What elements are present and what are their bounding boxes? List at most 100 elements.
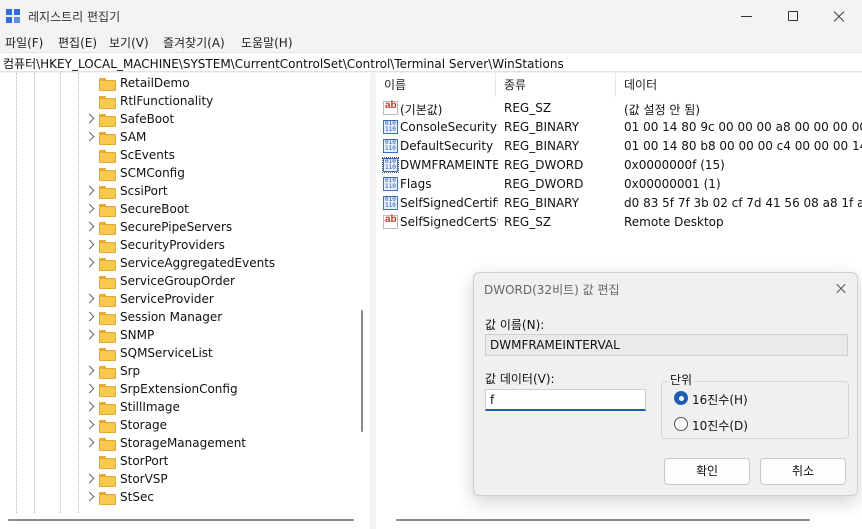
tree-item[interactable]: Session Manager (0, 309, 356, 327)
tree-item[interactable]: StorageManagement (0, 435, 356, 453)
tree-item[interactable]: SAM (0, 129, 356, 147)
chevron-right-icon[interactable] (84, 239, 95, 250)
menu-help[interactable]: 도움말(H) (241, 34, 293, 51)
value-type: REG_BINARY (504, 196, 580, 210)
value-data: 0x00000001 (1) (624, 177, 721, 191)
tree-item[interactable]: RetailDemo (0, 75, 356, 93)
tree-item[interactable]: StSec (0, 489, 356, 507)
chevron-right-icon[interactable] (84, 185, 95, 196)
radio-decimal[interactable] (674, 417, 688, 431)
tree-item[interactable]: SQMServiceList (0, 345, 356, 363)
chevron-right-icon[interactable] (84, 311, 95, 322)
close-icon[interactable] (816, 0, 862, 32)
menu-view[interactable]: 보기(V) (109, 34, 149, 51)
chevron-right-icon[interactable] (84, 365, 95, 376)
folder-icon (99, 420, 116, 433)
tree-item[interactable]: ServiceGroupOrder (0, 273, 356, 291)
menu-file[interactable]: 파일(F) (5, 34, 43, 51)
value-name: SelfSignedCertStore (400, 215, 498, 229)
dialog-close-icon[interactable] (831, 279, 851, 299)
value-data: 0x0000000f (15) (624, 158, 725, 172)
tree-item[interactable]: ServiceProvider (0, 291, 356, 309)
tree-item[interactable]: SrpExtensionConfig (0, 381, 356, 399)
column-header-type[interactable]: 종류 (496, 73, 616, 97)
value-row[interactable]: abSelfSignedCertStore REG_SZ Remote Deskto… (376, 213, 862, 232)
cancel-button[interactable]: 취소 (760, 458, 846, 485)
value-name-label: 값 이름(N): (485, 318, 545, 332)
tree-item[interactable]: StorVSP (0, 471, 356, 489)
radio-decimal-label[interactable]: 10진수(D) (692, 417, 748, 434)
minimize-icon[interactable] (724, 0, 770, 32)
dialog-title: DWORD(32비트) 값 편집 (484, 283, 620, 297)
tree-item[interactable]: ServiceAggregatedEvents (0, 255, 356, 273)
binary-value-icon: 010 110 (383, 120, 398, 134)
folder-icon (99, 150, 116, 163)
ok-button[interactable]: 확인 (664, 458, 750, 485)
tree-item[interactable]: SCMConfig (0, 165, 356, 183)
tree-item[interactable]: SecurityProviders (0, 237, 356, 255)
value-row[interactable]: 010 110 ConsoleSecurity REG_BINARY 01 00 14 … (376, 118, 862, 137)
tree-item-label: SAM (120, 130, 147, 144)
value-row[interactable]: 010110DWMFRAMEINTERVAL REG_DWORD 0x0000000… (376, 156, 862, 175)
chevron-right-icon[interactable] (84, 329, 95, 340)
tree-item[interactable]: RtlFunctionality (0, 93, 356, 111)
chevron-right-icon[interactable] (84, 131, 95, 142)
chevron-right-icon[interactable] (84, 491, 95, 502)
address-bar[interactable]: 컴퓨터\HKEY_LOCAL_MACHINE\SYSTEM\CurrentCon… (0, 52, 862, 72)
tree-item[interactable]: Storage (0, 417, 356, 435)
binary-value-icon: 010 110 (383, 196, 398, 210)
folder-icon (99, 168, 116, 181)
folder-icon (99, 78, 116, 91)
chevron-right-icon[interactable] (84, 221, 95, 232)
chevron-right-icon[interactable] (84, 419, 95, 430)
string-value-icon: ab (383, 214, 398, 229)
tree-item[interactable]: StorPort (0, 453, 356, 471)
tree-item[interactable]: ScEvents (0, 147, 356, 165)
chevron-right-icon[interactable] (84, 203, 95, 214)
address-path[interactable]: 컴퓨터\HKEY_LOCAL_MACHINE\SYSTEM\CurrentCon… (3, 55, 564, 72)
radio-hexadecimal[interactable] (674, 391, 688, 405)
tree-item[interactable]: SecurePipeServers (0, 219, 356, 237)
tree-item-label: ScsiPort (120, 184, 168, 198)
chevron-right-icon[interactable] (84, 113, 95, 124)
folder-icon (99, 96, 116, 109)
value-row[interactable]: 010 110 DefaultSecurity REG_BINARY 01 00 14 … (376, 137, 862, 156)
tree-item[interactable]: SecureBoot (0, 201, 356, 219)
folder-icon (99, 366, 116, 379)
chevron-right-icon[interactable] (84, 437, 95, 448)
title-bar: 레지스트리 편집기 (0, 0, 862, 32)
tree-item[interactable]: SafeBoot (0, 111, 356, 129)
column-header-name[interactable]: 이름 (376, 73, 496, 97)
value-row[interactable]: ab (기본값) REG_SZ (값 설정 안 됨) (376, 99, 862, 118)
edit-dword-dialog: DWORD(32비트) 값 편집 값 이름(N): DWMFRAMEINTERV… (473, 272, 858, 496)
folder-icon (99, 132, 116, 145)
tree-item[interactable]: SNMP (0, 327, 356, 345)
value-data: d0 83 5f 7f 3b 02 cf 7d 41 56 08 a8 1f a… (624, 196, 862, 210)
chevron-right-icon[interactable] (84, 383, 95, 394)
value-row[interactable]: 010110SelfSignedCertificate REG_BINARY d0 … (376, 194, 862, 213)
chevron-right-icon[interactable] (84, 473, 95, 484)
value-row[interactable]: 010 110 Flags REG_DWORD 0x00000001 (1) (376, 175, 862, 194)
tree-vertical-scrollbar[interactable] (361, 310, 363, 432)
key-tree-pane[interactable]: RetailDemo RtlFunctionality SafeBoot SAM ScE… (0, 73, 370, 529)
tree-item[interactable]: Srp (0, 363, 356, 381)
maximize-icon[interactable] (770, 0, 816, 32)
tree-item[interactable]: StillImage (0, 399, 356, 417)
value-data-input[interactable]: f (485, 389, 646, 411)
tree-item[interactable]: ScsiPort (0, 183, 356, 201)
column-header-data[interactable]: 데이터 (616, 73, 862, 97)
base-group-box (661, 381, 849, 439)
value-data: 01 00 14 80 9c 00 00 00 a8 00 00 00 00 0… (624, 120, 862, 134)
tree-horizontal-scrollbar[interactable] (8, 519, 354, 521)
tree-item-label: ScEvents (120, 148, 175, 162)
list-horizontal-scrollbar[interactable] (396, 519, 810, 521)
folder-icon (99, 204, 116, 217)
tree-item-label: StorVSP (120, 472, 168, 486)
chevron-right-icon[interactable] (84, 257, 95, 268)
value-name: SelfSignedCertificate (400, 196, 498, 210)
menu-favorites[interactable]: 즐겨찾기(A) (163, 34, 225, 51)
radio-hexadecimal-label[interactable]: 16진수(H) (692, 391, 748, 408)
chevron-right-icon[interactable] (84, 401, 95, 412)
chevron-right-icon[interactable] (84, 293, 95, 304)
menu-edit[interactable]: 편집(E) (58, 34, 97, 51)
